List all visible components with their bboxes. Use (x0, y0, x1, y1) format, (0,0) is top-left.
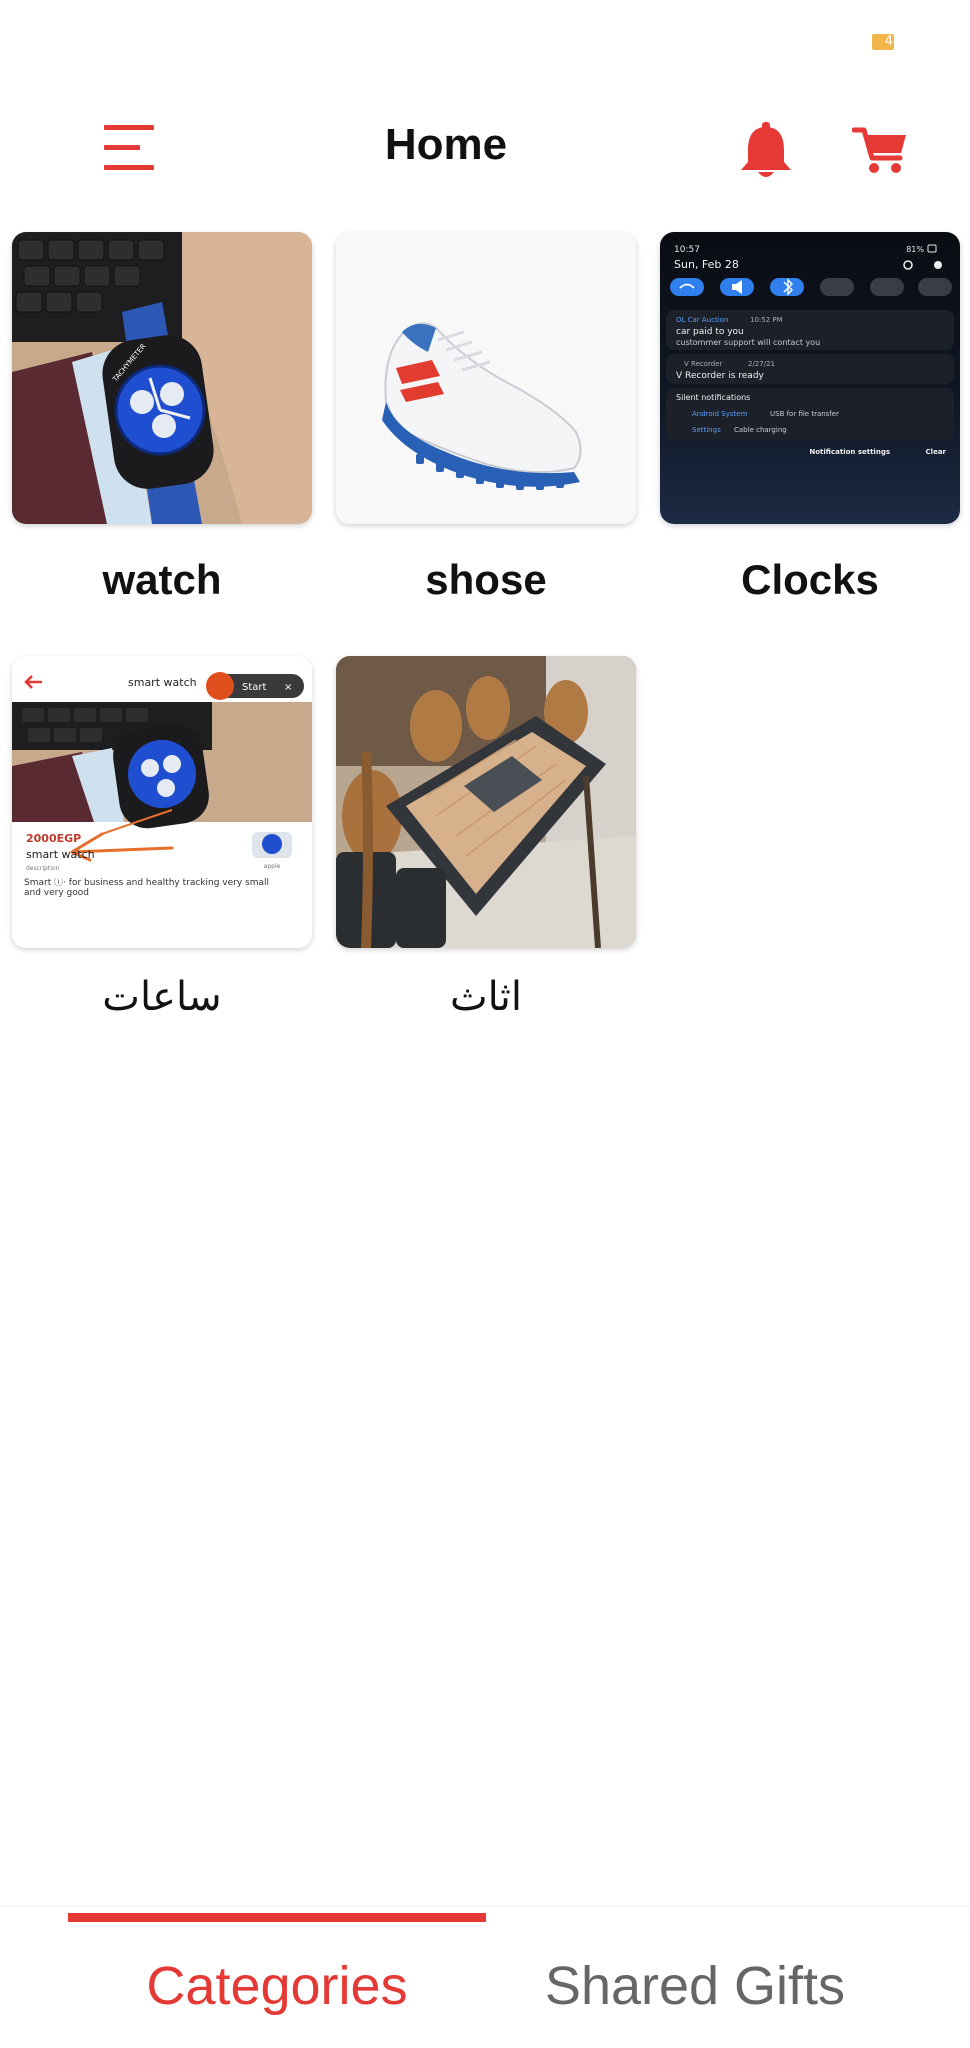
notif1-title: car paid to you (676, 327, 744, 337)
qs-time: 10:57 (674, 245, 700, 255)
category-label: watch (102, 556, 222, 603)
bottom-tab-bar: Categories Shared Gifts (0, 1906, 970, 2048)
app-header: Home (0, 100, 970, 200)
screenshot-record-button: Start (242, 682, 267, 693)
category-card-shose[interactable]: shose (336, 232, 640, 604)
silent2-text: Cable charging (734, 426, 787, 434)
qs-clear: Clear (926, 448, 947, 456)
category-image-clocks: 10:57 81% Sun, Feb 28 OL Car Auction 10:… (660, 232, 960, 524)
screenshot-desc-label: description (26, 865, 60, 872)
battery-indicator: 4 (872, 34, 894, 50)
silent1-app: Android System (692, 410, 748, 418)
screenshot-title: smart watch (128, 676, 197, 689)
screenshot-description: Smart ⓘ· for business and healthy tracki… (24, 878, 270, 898)
tab-categories[interactable]: Categories (68, 1955, 486, 2017)
qs-date: Sun, Feb 28 (674, 258, 739, 271)
notif2-time: 2/27/21 (748, 360, 775, 368)
category-image-watches-ar: smart watch Start × 2000EGP smart watch … (12, 656, 312, 948)
bell-icon[interactable] (738, 122, 794, 180)
screenshot-price: 2000EGP (26, 832, 81, 845)
active-tab-indicator (68, 1913, 486, 1922)
screenshot-product-name: smart watch (26, 848, 95, 861)
category-label: ساعات (102, 974, 222, 1020)
category-card-watch[interactable]: TACHYMETER watch (12, 232, 316, 604)
notif1-app: OL Car Auction (676, 316, 728, 324)
notif1-time: 10:52 PM (750, 316, 783, 324)
silent2-app: Settings (692, 426, 721, 434)
hamburger-menu-icon[interactable] (104, 125, 154, 171)
category-card-furniture-ar[interactable]: اثاث (336, 656, 640, 1020)
screenshot-brand: apple (264, 863, 281, 870)
category-image-shose (336, 232, 636, 524)
category-image-furniture-ar (336, 656, 636, 948)
silent-label: Silent notifications (676, 393, 750, 402)
notif2-title: V Recorder is ready (676, 371, 765, 381)
svg-text:×: × (284, 682, 292, 693)
category-image-watch: TACHYMETER (12, 232, 312, 524)
shopping-cart-icon[interactable] (851, 126, 908, 176)
notif1-text: custommer support will contact you (676, 338, 820, 347)
page-title: Home (384, 120, 508, 169)
qs-battery: 81% (906, 245, 924, 254)
category-label: shose (425, 556, 547, 603)
notif2-app: V Recorder (684, 360, 723, 368)
qs-notif-settings: Notification settings (809, 448, 890, 456)
tab-shared-gifts[interactable]: Shared Gifts (486, 1955, 904, 2017)
category-card-clocks[interactable]: 10:57 81% Sun, Feb 28 OL Car Auction 10:… (660, 232, 964, 604)
category-card-watches-ar[interactable]: smart watch Start × 2000EGP smart watch … (12, 656, 316, 1020)
category-label: Clocks (741, 556, 879, 603)
category-label: اثاث (449, 974, 523, 1020)
silent1-text: USB for file transfer (770, 410, 839, 418)
